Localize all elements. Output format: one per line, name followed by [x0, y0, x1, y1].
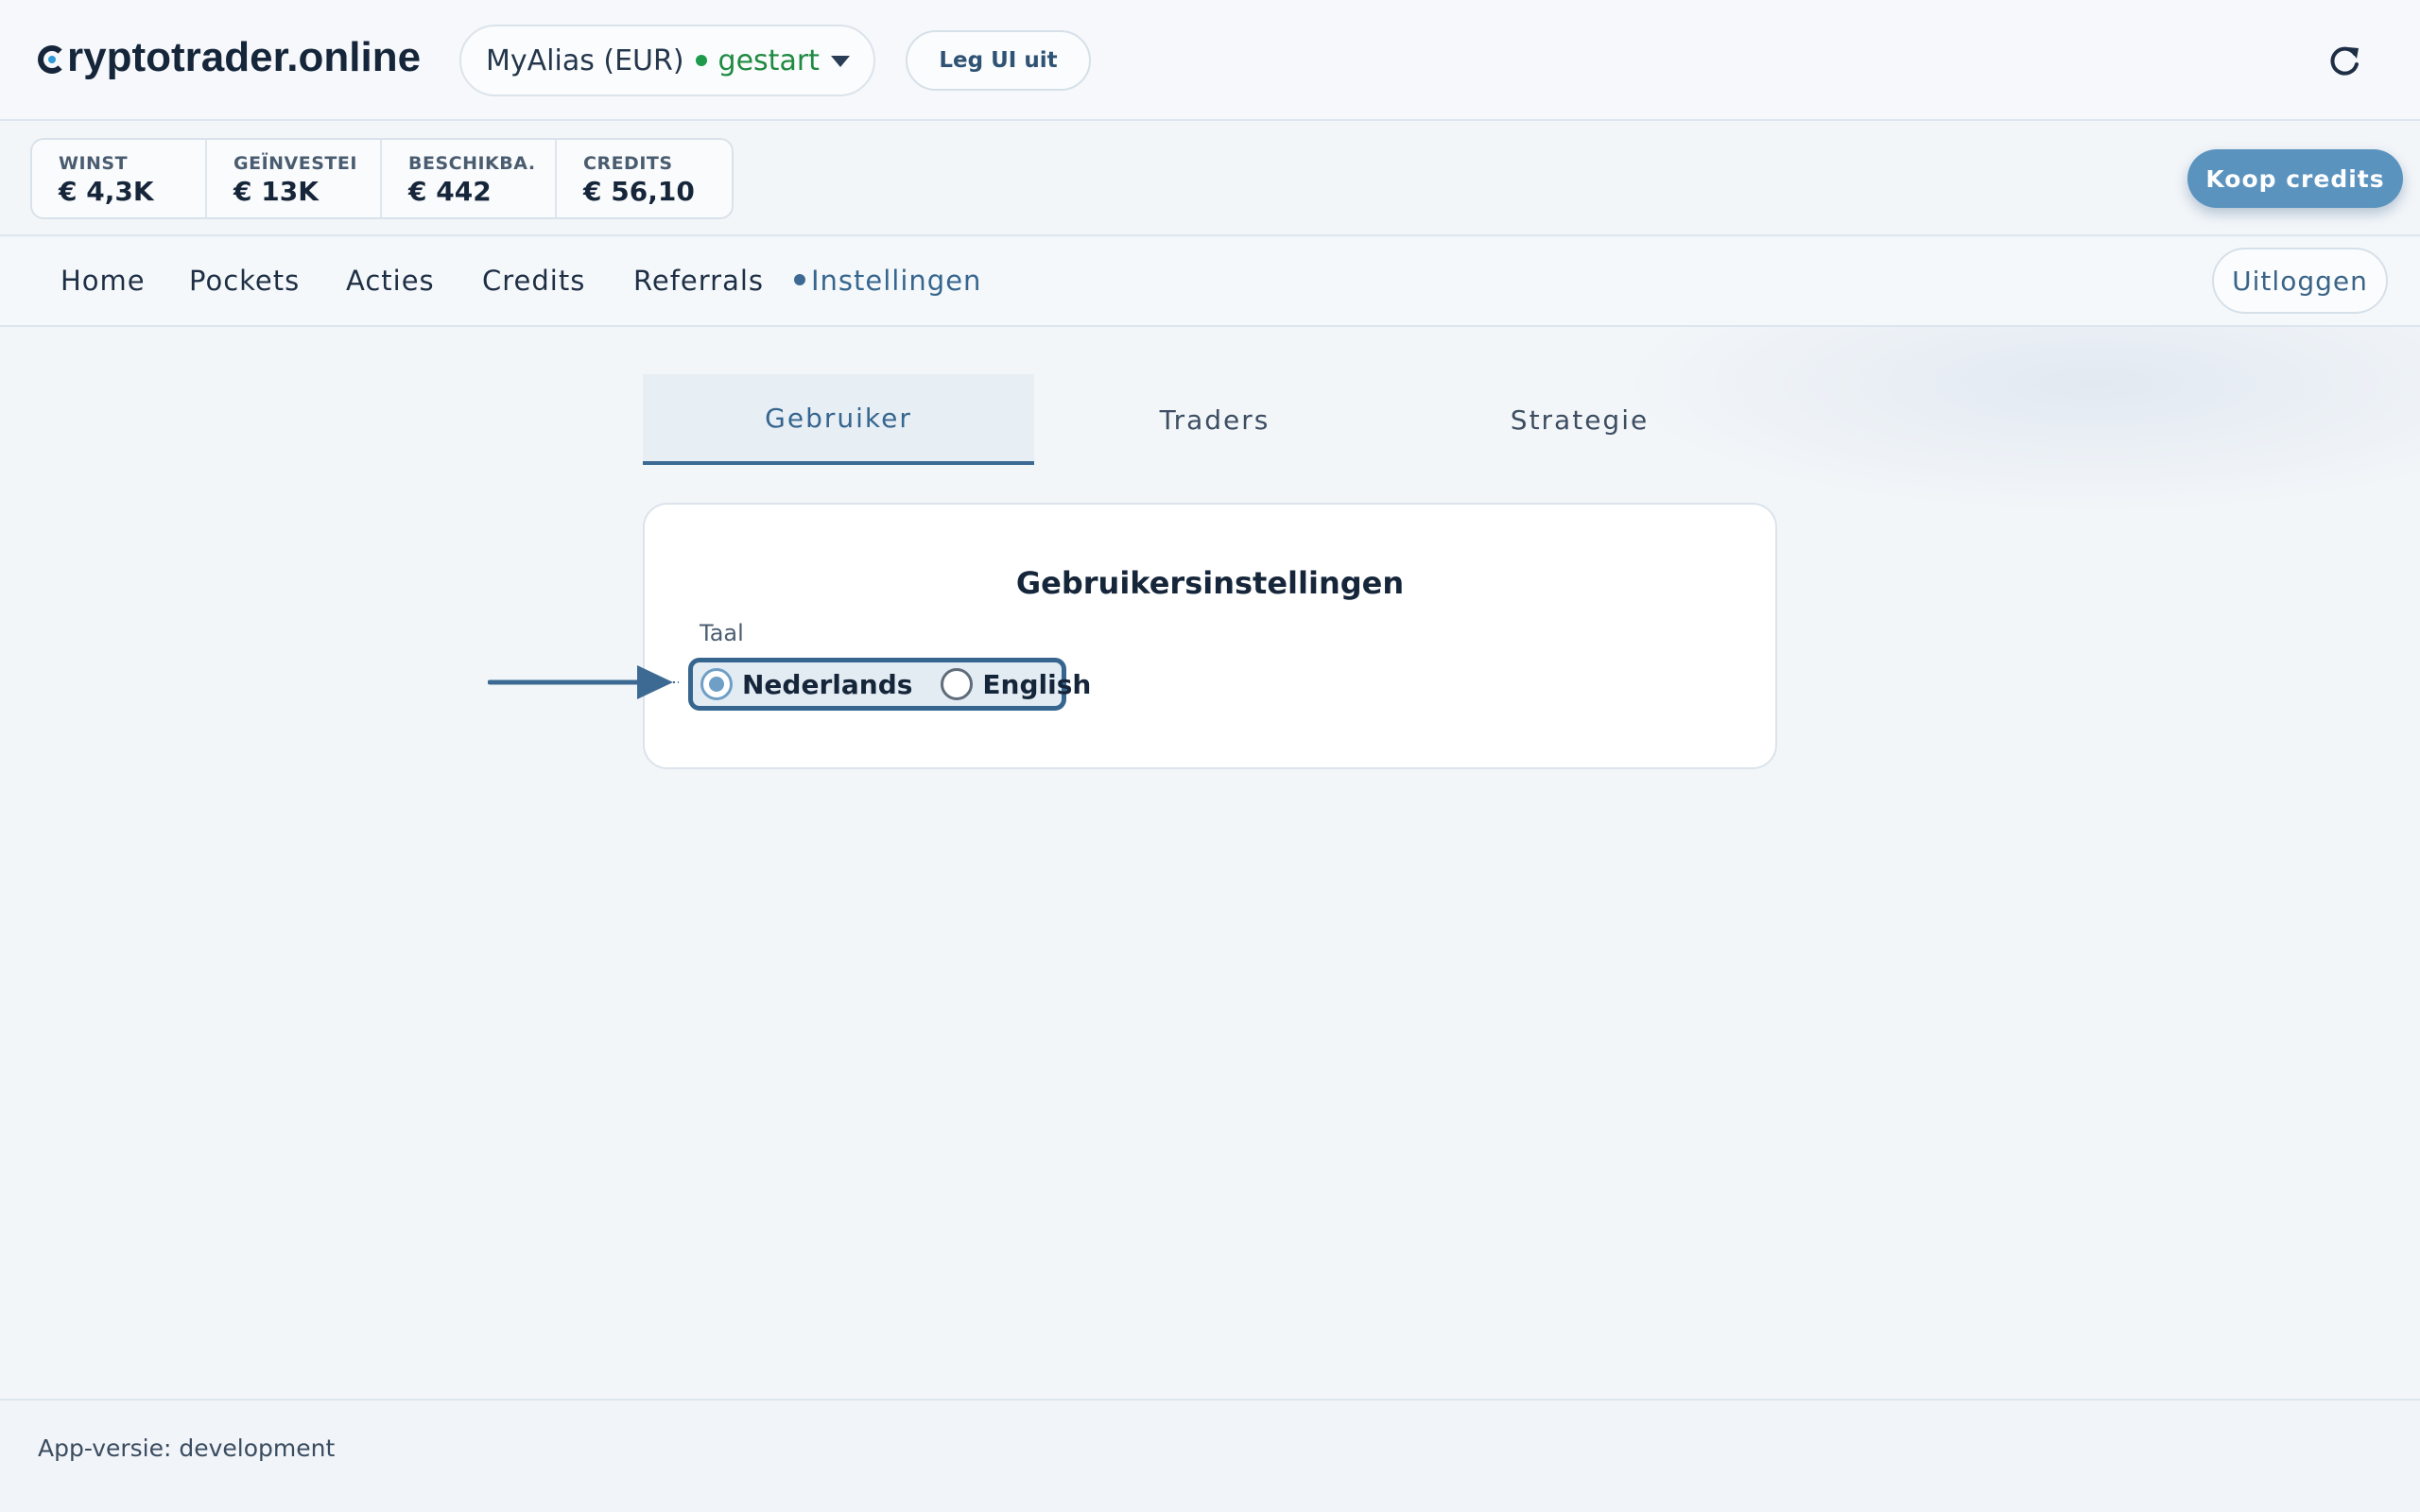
stat-value: € 442	[408, 176, 492, 207]
stat-value: € 4,3K	[59, 176, 154, 207]
buy-credits-button[interactable]: Koop credits	[2187, 149, 2403, 208]
radio-button-checked[interactable]	[700, 668, 733, 700]
settings-tabs: Gebruiker Traders Strategie	[643, 374, 1777, 465]
footer: App-versie: development	[0, 1399, 2420, 1512]
pointer-arrow-icon	[488, 665, 679, 699]
chevron-down-icon	[830, 56, 850, 67]
brand-logo[interactable]: ryptotrader.online	[38, 34, 421, 81]
stats-panel: WINST € 4,3K GEÏNVESTEI € 13K BESCHIKBA.…	[30, 138, 734, 219]
stat-label: BESCHIKBA.	[408, 153, 536, 174]
nav-item-pockets[interactable]: Pockets	[189, 265, 300, 297]
explain-ui-button[interactable]: Leg UI uit	[906, 30, 1091, 91]
language-option-nederlands[interactable]: Nederlands	[700, 668, 912, 700]
language-option-english[interactable]: English	[941, 668, 1091, 700]
tab-traders[interactable]: Traders	[1019, 374, 1410, 465]
stats-bar: WINST € 4,3K GEÏNVESTEI € 13K BESCHIKBA.…	[0, 123, 2420, 236]
language-radio-group: Nederlands English	[688, 658, 1091, 711]
radio-label[interactable]: English	[982, 669, 1091, 700]
stat-label: GEÏNVESTEI	[233, 153, 357, 174]
radio-label[interactable]: Nederlands	[742, 669, 912, 700]
coin-icon	[38, 44, 66, 74]
nav-item-home[interactable]: Home	[60, 265, 146, 297]
stat-geinvesteerd: GEÏNVESTEI € 13K	[207, 140, 382, 217]
logout-button[interactable]: Uitloggen	[2212, 248, 2388, 314]
stat-value: € 13K	[233, 176, 319, 207]
app-version: App-versie: development	[38, 1435, 336, 1462]
tab-gebruiker[interactable]: Gebruiker	[643, 374, 1034, 465]
tab-strategie[interactable]: Strategie	[1384, 374, 1775, 465]
main-nav: Home Pockets Acties Credits Referrals In…	[0, 238, 2420, 327]
radio-button[interactable]	[941, 668, 974, 700]
nav-item-acties[interactable]: Acties	[346, 265, 435, 297]
language-label: Taal	[700, 620, 744, 646]
stat-beschikbaar: BESCHIKBA. € 442	[382, 140, 557, 217]
top-bar: ryptotrader.online MyAlias (EUR) gestart…	[0, 0, 2420, 121]
stat-value: € 56,10	[583, 176, 695, 207]
nav-item-instellingen[interactable]: Instellingen	[811, 265, 981, 297]
stat-label: CREDITS	[583, 153, 673, 174]
active-indicator-icon	[794, 274, 805, 285]
refresh-icon[interactable]	[2325, 42, 2363, 79]
stat-winst: WINST € 4,3K	[32, 140, 207, 217]
stat-label: WINST	[59, 153, 129, 174]
card-title: Gebruikersinstellingen	[1015, 565, 1405, 601]
user-settings-card: Gebruikersinstellingen Taal Nederlands E…	[643, 503, 1777, 769]
nav-item-credits[interactable]: Credits	[482, 265, 585, 297]
status-dot-icon	[695, 55, 707, 66]
account-status: gestart	[717, 43, 820, 77]
account-selector[interactable]: MyAlias (EUR) gestart	[459, 25, 875, 96]
nav-item-referrals[interactable]: Referrals	[633, 265, 764, 297]
account-name: MyAlias (EUR)	[486, 43, 684, 77]
stat-credits: CREDITS € 56,10	[557, 140, 732, 217]
brand-name: ryptotrader.online	[67, 34, 422, 80]
